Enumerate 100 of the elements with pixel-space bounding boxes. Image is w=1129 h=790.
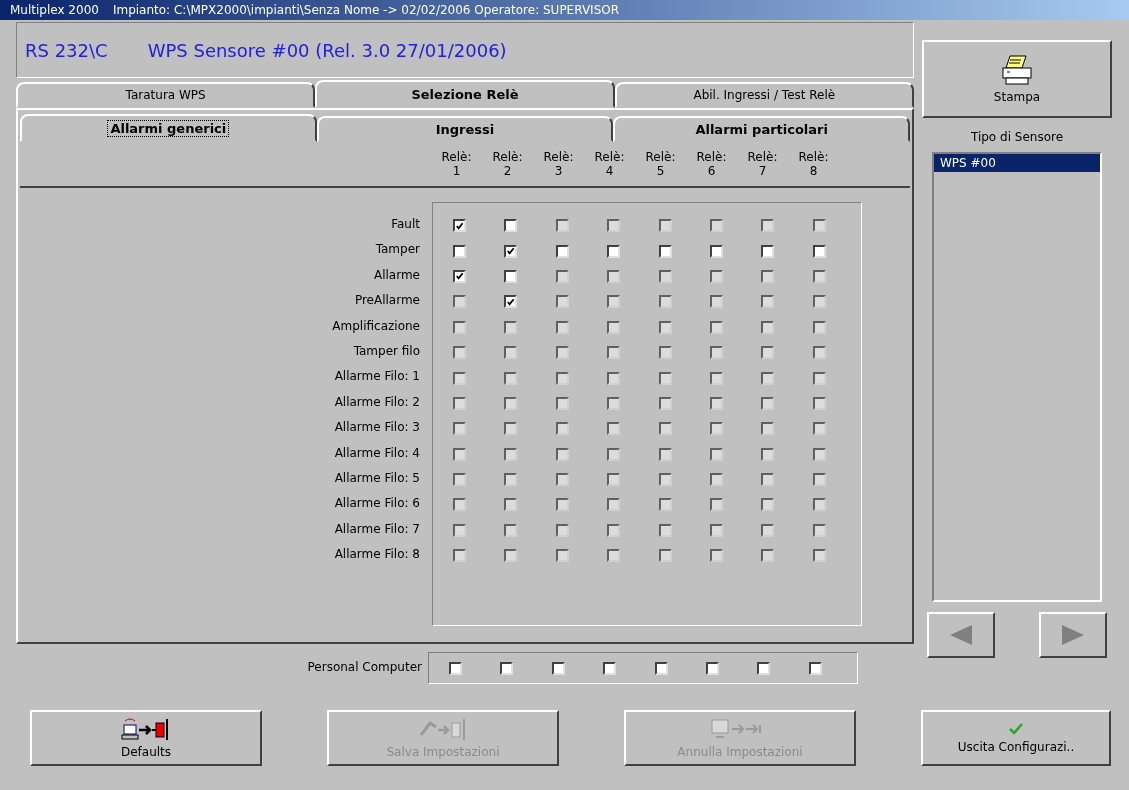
checkbox[interactable]: [504, 371, 518, 385]
checkbox[interactable]: [453, 244, 466, 258]
checkbox[interactable]: [761, 219, 775, 233]
tab[interactable]: Abil. Ingressi / Test Relè: [614, 82, 914, 108]
checkbox[interactable]: [658, 498, 672, 512]
checkbox[interactable]: [709, 346, 723, 360]
checkbox[interactable]: [658, 422, 672, 436]
checkbox[interactable]: [709, 396, 723, 410]
checkbox[interactable]: [555, 295, 569, 309]
checkbox[interactable]: [453, 447, 466, 461]
checkbox[interactable]: [658, 346, 672, 360]
checkbox[interactable]: [607, 244, 621, 258]
checkbox[interactable]: [500, 661, 514, 675]
checkbox[interactable]: [709, 320, 723, 334]
checkbox[interactable]: [761, 346, 775, 360]
checkbox[interactable]: [555, 422, 569, 436]
tab[interactable]: Ingressi: [316, 116, 614, 142]
checkbox[interactable]: [812, 396, 826, 410]
checkbox[interactable]: [658, 549, 672, 563]
checkbox[interactable]: [761, 396, 775, 410]
checkbox[interactable]: [504, 523, 518, 537]
checkbox[interactable]: [607, 447, 621, 461]
checkbox[interactable]: [504, 219, 518, 233]
checkbox[interactable]: [607, 269, 621, 283]
checkbox[interactable]: [607, 346, 621, 360]
list-item[interactable]: WPS #00: [934, 154, 1100, 172]
checkbox[interactable]: [453, 523, 466, 537]
checkbox[interactable]: [504, 244, 518, 258]
checkbox[interactable]: [812, 498, 826, 512]
checkbox[interactable]: [555, 219, 569, 233]
checkbox[interactable]: [709, 422, 723, 436]
checkbox[interactable]: [555, 320, 569, 334]
checkbox[interactable]: [504, 295, 518, 309]
checkbox[interactable]: [453, 371, 466, 385]
checkbox[interactable]: [709, 523, 723, 537]
checkbox[interactable]: [555, 371, 569, 385]
checkbox[interactable]: [658, 269, 672, 283]
checkbox[interactable]: [808, 661, 822, 675]
checkbox[interactable]: [504, 422, 518, 436]
action-button[interactable]: Uscita Configurazi..: [921, 710, 1111, 766]
checkbox[interactable]: [812, 320, 826, 334]
checkbox[interactable]: [453, 396, 466, 410]
checkbox[interactable]: [504, 473, 518, 487]
checkbox[interactable]: [658, 295, 672, 309]
checkbox[interactable]: [658, 473, 672, 487]
checkbox[interactable]: [658, 219, 672, 233]
checkbox[interactable]: [555, 447, 569, 461]
checkbox[interactable]: [709, 473, 723, 487]
checkbox[interactable]: [658, 371, 672, 385]
checkbox[interactable]: [607, 498, 621, 512]
checkbox[interactable]: [761, 295, 775, 309]
checkbox[interactable]: [504, 549, 518, 563]
checkbox[interactable]: [658, 244, 672, 258]
checkbox[interactable]: [709, 295, 723, 309]
checkbox[interactable]: [504, 498, 518, 512]
checkbox[interactable]: [453, 346, 466, 360]
checkbox[interactable]: [504, 269, 518, 283]
checkbox[interactable]: [504, 320, 518, 334]
checkbox[interactable]: [555, 396, 569, 410]
checkbox[interactable]: [453, 269, 466, 283]
next-button[interactable]: [1039, 612, 1107, 658]
checkbox[interactable]: [761, 422, 775, 436]
checkbox[interactable]: [812, 244, 826, 258]
checkbox[interactable]: [761, 269, 775, 283]
checkbox[interactable]: [555, 498, 569, 512]
checkbox[interactable]: [812, 447, 826, 461]
checkbox[interactable]: [555, 473, 569, 487]
checkbox[interactable]: [555, 269, 569, 283]
checkbox[interactable]: [504, 447, 518, 461]
previous-button[interactable]: [927, 612, 995, 658]
checkbox[interactable]: [761, 473, 775, 487]
checkbox[interactable]: [812, 549, 826, 563]
checkbox[interactable]: [607, 422, 621, 436]
tab[interactable]: Allarmi particolari: [613, 116, 910, 142]
checkbox[interactable]: [709, 219, 723, 233]
checkbox[interactable]: [607, 396, 621, 410]
checkbox[interactable]: [607, 219, 621, 233]
tab[interactable]: Allarmi generici: [20, 114, 317, 142]
checkbox[interactable]: [812, 346, 826, 360]
checkbox[interactable]: [761, 523, 775, 537]
checkbox[interactable]: [705, 661, 719, 675]
checkbox[interactable]: [709, 498, 723, 512]
checkbox[interactable]: [607, 473, 621, 487]
checkbox[interactable]: [551, 661, 565, 675]
checkbox[interactable]: [761, 244, 775, 258]
checkbox[interactable]: [761, 498, 775, 512]
checkbox[interactable]: [504, 346, 518, 360]
checkbox[interactable]: [812, 219, 826, 233]
checkbox[interactable]: [658, 523, 672, 537]
checkbox[interactable]: [607, 320, 621, 334]
checkbox[interactable]: [555, 244, 569, 258]
checkbox[interactable]: [607, 549, 621, 563]
checkbox[interactable]: [453, 473, 466, 487]
checkbox[interactable]: [453, 498, 466, 512]
checkbox[interactable]: [709, 244, 723, 258]
checkbox[interactable]: [654, 661, 668, 675]
checkbox[interactable]: [812, 269, 826, 283]
checkbox[interactable]: [555, 523, 569, 537]
checkbox[interactable]: [453, 295, 466, 309]
checkbox[interactable]: [453, 320, 466, 334]
